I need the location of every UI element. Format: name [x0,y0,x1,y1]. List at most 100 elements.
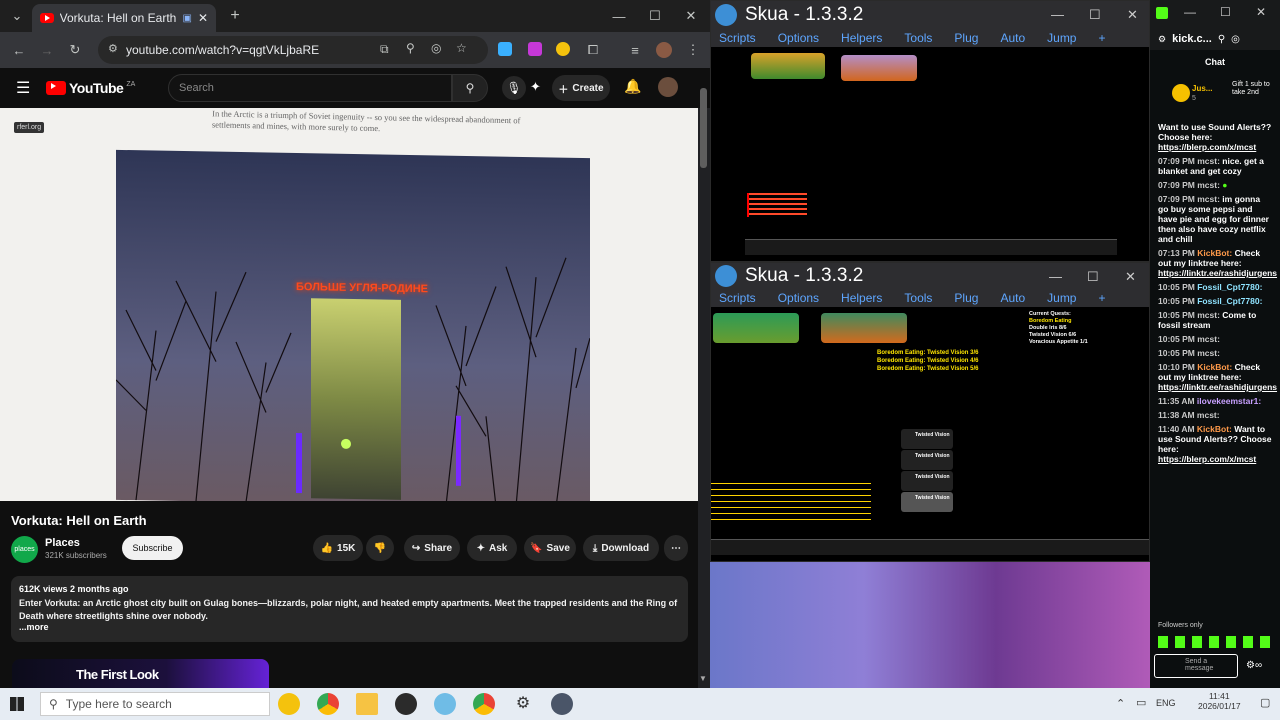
chrome-app-icon[interactable] [317,693,339,715]
message-username[interactable]: mcst: [1197,348,1220,358]
minimize-icon[interactable]: — [1049,269,1062,284]
tray-chevron-icon[interactable]: ⌃ [1116,697,1125,710]
message-username[interactable]: KickBot: [1197,424,1232,434]
emote-bar[interactable] [1158,636,1276,648]
message-username[interactable]: mcst: [1197,180,1220,190]
chrome-app-icon[interactable] [473,693,495,715]
hamburger-menu-icon[interactable]: ☰ [16,78,30,98]
item-drop[interactable]: Twisted Vision [901,492,953,512]
ask-button[interactable]: ✦ Ask [467,535,517,561]
message-username[interactable]: Fossil_Cpt7780: [1197,296,1262,306]
search-input[interactable]: Search [168,74,452,102]
account-avatar[interactable] [658,77,678,97]
description-box[interactable]: 612K views 2 months ago Enter Vorkuta: a… [11,576,688,642]
kick-address-bar[interactable]: ⚙ kick.c... ⚲ ◎ [1150,28,1280,50]
profile-avatar[interactable] [656,42,672,58]
menu-helpers[interactable]: Helpers [841,31,882,45]
item-drop[interactable]: Twisted Vision [901,450,953,470]
next-video-thumbnail[interactable]: The First Look [12,659,269,688]
minimize-icon[interactable]: — [1051,7,1064,22]
menu-options[interactable]: Options [778,291,819,305]
menu-helpers[interactable]: Helpers [841,291,882,305]
chat-settings-icon[interactable]: ⚙∞ [1246,660,1262,671]
message-username[interactable]: KickBot: [1197,248,1232,258]
save-button[interactable]: 🔖 Save [524,535,576,561]
site-info-icon[interactable]: ⚙ [108,42,118,55]
message-username[interactable]: mcst: [1197,334,1220,344]
address-bar[interactable]: ⚙ youtube.com/watch?v=qgtVkLjbaRE ⧉ ⚲ ◎ … [98,36,488,64]
menu-add[interactable]: + [1098,291,1105,305]
maximize-icon[interactable]: ☐ [1087,269,1099,285]
menu-auto[interactable]: Auto [1000,291,1025,305]
maximize-icon[interactable]: ☐ [1089,7,1101,23]
close-icon[interactable]: ✕ [1127,7,1138,23]
chat-message-input[interactable]: Send a message [1154,654,1238,678]
taskbar-search-box[interactable]: ⚲ Type here to search [40,692,270,716]
show-more-link[interactable]: ...more [19,622,49,632]
message-username[interactable]: mcst: [1197,310,1220,320]
message-link[interactable]: https://linktr.ee/rashidjurgens [1158,268,1277,278]
forward-icon[interactable]: → [36,39,58,61]
notifications-icon[interactable]: ▢ [1260,696,1270,709]
scroll-down-arrow-icon[interactable]: ▼ [699,674,707,683]
menu-jump[interactable]: Jump [1047,291,1076,305]
close-icon[interactable]: ✕ [1125,269,1136,285]
page-scrollbar[interactable] [700,88,707,168]
minimize-icon[interactable]: — [608,5,630,27]
maximize-icon[interactable]: ☐ [1220,5,1231,19]
snipping-tool-icon[interactable] [434,693,456,715]
extension-icon[interactable] [556,42,570,56]
minimize-icon[interactable]: — [1184,5,1196,19]
mic-icon[interactable]: 🎙 [502,76,526,100]
share-button[interactable]: ↪ Share [404,535,460,561]
network-icon[interactable]: ▭ [1136,696,1146,709]
hidden-eye-icon[interactable]: ◎ [1231,34,1240,45]
subscribe-button[interactable]: Subscribe [122,536,183,560]
new-tab-button[interactable]: + [224,5,246,27]
notifications-bell-icon[interactable]: 🔔 [624,78,641,95]
chrome-menu-icon[interactable]: ⋮ [682,39,704,61]
search-icon[interactable]: ⚲ [1218,34,1225,45]
message-username[interactable]: Fossil_Cpt7780: [1197,282,1262,292]
obs-app-icon[interactable] [395,693,417,715]
language-indicator[interactable]: ENG [1156,698,1176,708]
message-link[interactable]: https://blerp.com/x/mcst [1158,142,1256,152]
back-icon[interactable]: ← [8,39,30,61]
reading-list-icon[interactable]: ≡ [624,39,646,61]
close-icon[interactable]: ✕ [1256,5,1266,19]
channel-name[interactable]: Places [45,537,80,549]
message-username[interactable]: mcst: [1197,156,1220,166]
reload-icon[interactable]: ↻ [64,39,86,61]
message-username[interactable]: KickBot: [1197,362,1232,372]
gift-text[interactable]: Gift 1 sub to take 2nd [1232,81,1272,97]
video-player[interactable]: rferl.org In the Arctic is a triumph of … [0,108,698,501]
tab-close-icon[interactable]: ✕ [198,11,208,25]
menu-plug[interactable]: Plug [954,31,978,45]
extension-icon[interactable] [498,42,512,56]
gemini-icon[interactable]: ✦ [530,79,541,95]
menu-auto[interactable]: Auto [1000,31,1025,45]
like-button[interactable]: 👍 15K [313,535,363,561]
youtube-logo[interactable]: YouTube ZA [46,80,135,96]
extension-icon[interactable] [528,42,542,56]
extensions-puzzle-icon[interactable]: ⧠ [582,39,604,61]
skua-app-icon[interactable] [551,693,573,715]
menu-tools[interactable]: Tools [904,31,932,45]
more-actions-button[interactable]: ⋯ [664,535,688,561]
close-window-icon[interactable]: ✕ [680,5,702,27]
menu-scripts[interactable]: Scripts [719,31,756,45]
zoom-icon[interactable]: ⚲ [406,41,415,55]
create-button[interactable]: ＋ Create [552,75,610,101]
start-windows-icon[interactable] [10,697,24,711]
menu-tools[interactable]: Tools [904,291,932,305]
settings-gear-icon[interactable]: ⚙ [512,693,534,715]
menu-options[interactable]: Options [778,31,819,45]
item-drop[interactable]: Twisted Vision [901,471,953,491]
download-button[interactable]: ⤓ Download [583,535,659,561]
search-button[interactable]: ⚲ [452,74,488,102]
message-link[interactable]: https://blerp.com/x/mcst [1158,454,1256,464]
item-drop[interactable]: Twisted Vision [901,429,953,449]
tab-search-chevron-icon[interactable]: ⌄ [6,5,28,27]
dislike-button[interactable]: 👎 [366,535,394,561]
copilot-app-icon[interactable] [278,693,300,715]
